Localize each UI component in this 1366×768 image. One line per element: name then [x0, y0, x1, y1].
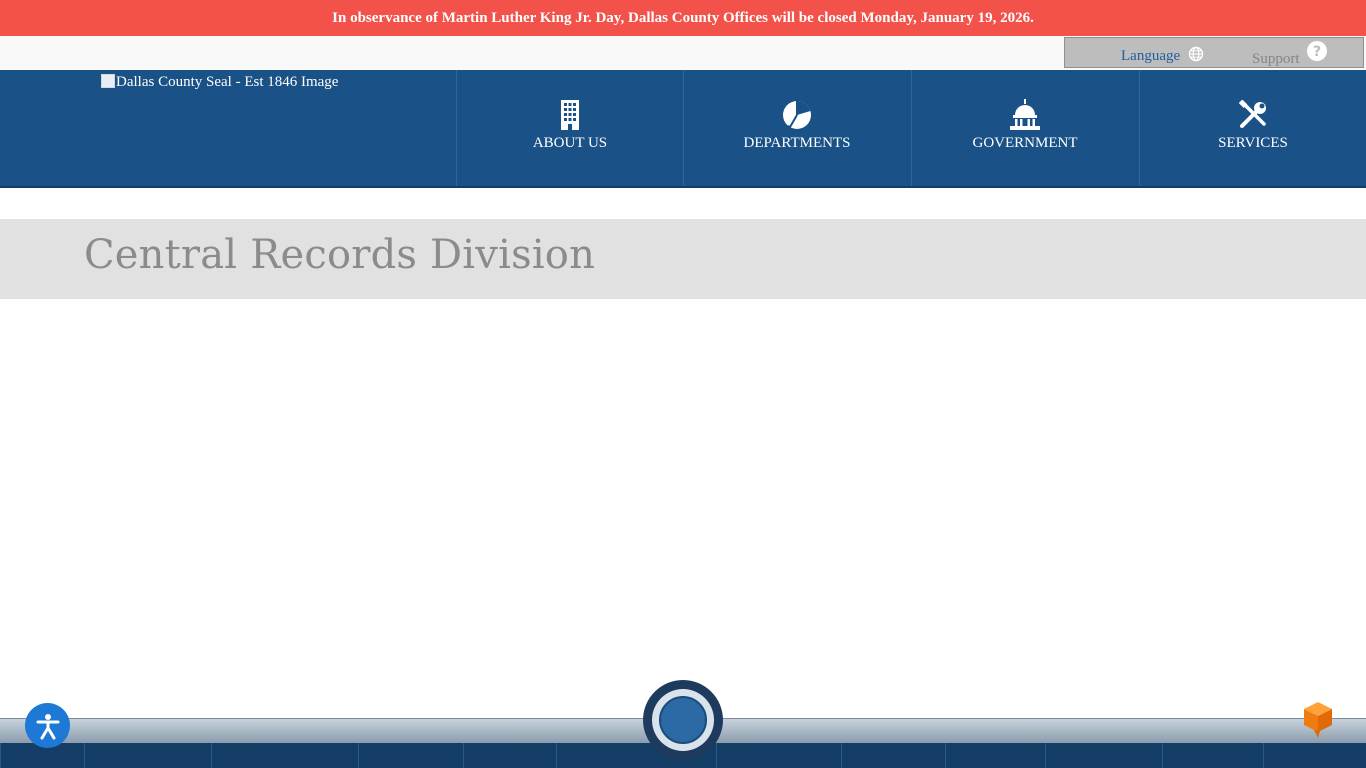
footer-nav-item[interactable]: [1045, 743, 1162, 768]
svg-text:?: ?: [1312, 44, 1320, 60]
page-title: Central Records Division: [84, 232, 596, 278]
logo-alt-text: Dallas County Seal - Est 1846 Image: [116, 74, 339, 90]
support-button[interactable]: Support ?: [1252, 41, 1328, 73]
alert-banner: In observance of Martin Luther King Jr. …: [0, 0, 1366, 36]
language-button[interactable]: Language: [1121, 46, 1204, 67]
footer-nav-item[interactable]: [463, 743, 556, 768]
footer-nav-item[interactable]: [1263, 743, 1366, 768]
county-seal-logo[interactable]: Dallas County Seal - Est 1846 Image: [101, 73, 339, 91]
pie-chart-icon: [781, 98, 813, 132]
utility-menu: Language Support ?: [1064, 37, 1364, 68]
circle-button-core: [659, 696, 707, 744]
support-label: Support: [1252, 51, 1300, 67]
building-icon: [558, 98, 582, 132]
circle-button-icon[interactable]: [643, 680, 723, 760]
footer-nav-item[interactable]: [841, 743, 945, 768]
nav-government[interactable]: GOVERNMENT: [911, 70, 1138, 186]
chat-cube-icon[interactable]: [1302, 700, 1334, 740]
footer-nav-item[interactable]: [1162, 743, 1263, 768]
capitol-icon: [1008, 98, 1042, 132]
site-header: Dallas County Seal - Est 1846 Image ABOU…: [0, 70, 1366, 188]
nav-about-us[interactable]: ABOUT US: [456, 70, 683, 186]
broken-image-icon: [101, 73, 115, 88]
language-label: Language: [1121, 48, 1181, 64]
accessibility-icon[interactable]: [25, 703, 70, 748]
tools-icon: [1238, 98, 1268, 132]
globe-icon: [1188, 46, 1204, 67]
question-icon: ?: [1306, 41, 1328, 73]
nav-departments[interactable]: DEPARTMENTS: [683, 70, 910, 186]
alert-text: In observance of Martin Luther King Jr. …: [332, 9, 1034, 26]
footer-nav-item[interactable]: [716, 743, 841, 768]
nav-label: DEPARTMENTS: [743, 135, 851, 151]
footer-nav-item[interactable]: [358, 743, 463, 768]
footer-nav-item[interactable]: [211, 743, 358, 768]
footer-nav-item[interactable]: [945, 743, 1045, 768]
footer-nav-item[interactable]: [84, 743, 211, 768]
nav-label: GOVERNMENT: [972, 135, 1078, 151]
nav-services[interactable]: SERVICES: [1139, 70, 1366, 186]
nav-label: SERVICES: [1218, 135, 1288, 151]
circle-button-ring: [652, 689, 714, 751]
nav-label: ABOUT US: [532, 135, 608, 151]
